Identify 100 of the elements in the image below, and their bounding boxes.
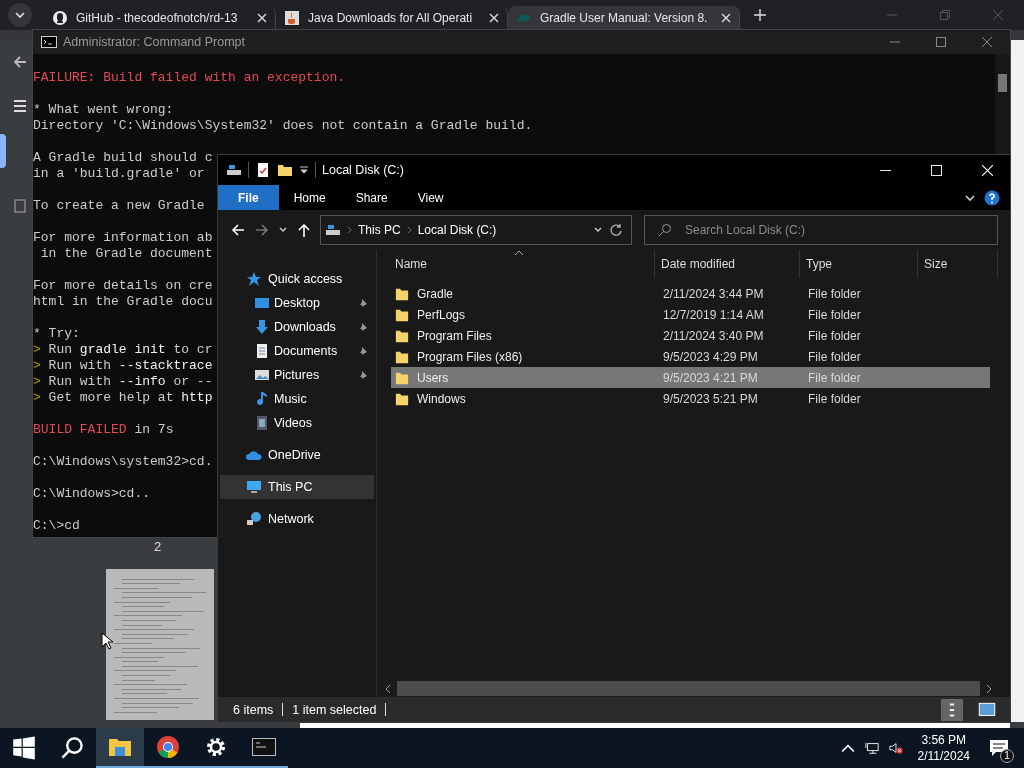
clock-time: 3:56 PM <box>921 732 967 748</box>
address-bar[interactable]: This PC Local Disk (C:) <box>320 215 632 245</box>
console-line: To create a new Gradle <box>33 198 205 214</box>
nav-item[interactable]: Videos <box>220 411 374 435</box>
nav-item[interactable]: Downloads <box>220 315 374 339</box>
menu-icon[interactable] <box>12 98 28 114</box>
nav-item[interactable]: Documents <box>220 339 374 363</box>
nav-item[interactable]: Pictures <box>220 363 374 387</box>
nav-item[interactable]: This PC <box>220 475 374 499</box>
scroll-right-icon[interactable] <box>986 683 992 694</box>
date-cell-text: 2/11/2024 3:40 PM <box>663 328 765 343</box>
console-line: C:\>cd <box>33 518 80 534</box>
ribbon-tab[interactable]: Home <box>278 185 341 210</box>
forward-arrow-icon[interactable] <box>254 222 270 238</box>
browser-tab[interactable]: Gradle User Manual: Version 8. <box>508 6 740 30</box>
nav-label: Downloads <box>274 320 337 334</box>
console-line: For more information ab <box>33 230 213 246</box>
pin-icon[interactable] <box>358 298 368 308</box>
ribbon-tab[interactable]: View <box>402 185 459 210</box>
console-line: FAILURE: Build failed with an exception. <box>33 70 346 86</box>
muted-speaker-icon[interactable] <box>888 741 903 755</box>
details-view-icon[interactable] <box>941 698 963 721</box>
sidebar-selection <box>0 134 6 168</box>
pin-icon[interactable] <box>358 370 368 380</box>
console-line: Directory 'C:\Windows\System32' does not contain a Gradle build. <box>33 118 533 134</box>
ribbon-tab[interactable]: File <box>218 185 279 210</box>
column-header[interactable]: Date modified <box>655 250 800 278</box>
page-number: 2 <box>154 539 162 554</box>
tab-title: Java Downloads for All Operati <box>308 11 474 25</box>
window-title: Administrator: Command Prompt <box>63 35 245 49</box>
file-name: Users <box>417 370 449 385</box>
drive-icon <box>226 162 242 178</box>
dropdown-icon[interactable] <box>299 165 309 175</box>
tab-title: Gradle User Manual: Version 8. <box>540 11 709 25</box>
file-name: PerfLogs <box>417 307 466 322</box>
date-cell-text: 12/7/2019 1:14 AM <box>663 307 765 322</box>
file-row[interactable]: Gradle 2/11/2024 3:44 PM File folder <box>391 283 990 304</box>
search-icon <box>60 736 84 760</box>
column-header[interactable]: Size <box>918 250 998 278</box>
type-cell-text: File folder <box>808 307 862 322</box>
tab-title: GitHub - thecodeofnotch/rd-13 <box>76 11 239 25</box>
cup-icon <box>284 10 300 26</box>
notification-button[interactable]: 1 <box>984 733 1014 763</box>
nav-label: Music <box>274 392 308 406</box>
scroll-left-icon[interactable] <box>385 683 391 694</box>
nav-item[interactable]: OneDrive <box>220 443 374 467</box>
nav-item[interactable]: Desktop <box>220 291 374 315</box>
item-count: 6 items <box>233 702 274 717</box>
breadcrumb-item[interactable]: This PC <box>358 223 401 237</box>
nav-label: Pictures <box>274 368 321 382</box>
back-arrow-icon[interactable] <box>230 222 246 238</box>
nav-item[interactable]: Music <box>220 387 374 411</box>
notification-count: 1 <box>1000 749 1014 763</box>
tab-search-button[interactable] <box>8 3 32 27</box>
up-arrow-icon[interactable] <box>296 222 312 238</box>
drive-icon <box>325 222 341 238</box>
taskbar-app[interactable] <box>96 728 144 768</box>
file-row[interactable]: PerfLogs 12/7/2019 1:14 AM File folder <box>391 304 990 325</box>
console-line: > Run gradle init to cr <box>33 342 213 358</box>
refresh-icon[interactable] <box>609 223 623 237</box>
search-field[interactable]: Search Local Disk (C:) <box>644 215 998 245</box>
file-row[interactable]: Program Files 2/11/2024 3:40 PM File folder <box>391 325 990 346</box>
network-icon[interactable] <box>864 741 879 755</box>
page-thumbnail[interactable] <box>106 569 214 720</box>
file-row[interactable]: Users 9/5/2023 4:21 PM File folder <box>391 367 990 388</box>
properties-icon[interactable] <box>255 162 271 178</box>
breadcrumb-item[interactable]: Local Disk (C:) <box>417 223 497 237</box>
nav-item[interactable]: Network <box>220 507 374 531</box>
chevron-down-icon <box>14 9 26 21</box>
folder-icon[interactable] <box>277 162 293 178</box>
back-arrow-icon[interactable] <box>12 54 28 70</box>
monitor-icon <box>254 295 270 311</box>
new-tab-icon[interactable] <box>754 9 766 21</box>
nav-item[interactable]: Quick access <box>220 267 374 291</box>
pin-icon[interactable] <box>358 346 368 356</box>
date-cell-text: 9/5/2023 4:21 PM <box>663 370 759 385</box>
console-line: in a 'build.gradle' or <box>33 166 205 182</box>
document-icon <box>254 343 270 359</box>
column-header[interactable]: Name <box>395 250 655 278</box>
down-arrow-icon <box>254 319 270 335</box>
scrollbar[interactable] <box>995 54 1010 154</box>
file-row[interactable]: Program Files (x86) 9/5/2023 4:29 PM File folder <box>391 346 990 367</box>
console-line: C:\Windows>cd.. <box>33 486 151 502</box>
console-line: * Try: <box>33 326 80 342</box>
pin-icon[interactable] <box>358 322 368 332</box>
column-header[interactable]: Type <box>800 250 918 278</box>
window-title: Local Disk (C:) <box>322 163 404 177</box>
type-cell-text: File folder <box>808 391 862 406</box>
film-icon <box>254 415 270 431</box>
console-line: BUILD FAILED in 7s <box>33 422 174 438</box>
message-icon <box>989 739 1009 757</box>
console-line: * What went wrong: <box>33 102 174 118</box>
help-icon[interactable] <box>984 189 1000 206</box>
console-line: A Gradle build should c <box>33 150 213 166</box>
ribbon-tab[interactable]: Share <box>340 185 403 210</box>
clock[interactable]: 3:56 PM 2/11/2024 <box>917 732 970 764</box>
nav-label: Desktop <box>274 296 321 310</box>
type-cell-text: File folder <box>808 349 862 364</box>
console-line: in the Gradle document <box>39 246 213 262</box>
file-row[interactable]: Windows 9/5/2023 5:21 PM File folder <box>391 388 990 409</box>
